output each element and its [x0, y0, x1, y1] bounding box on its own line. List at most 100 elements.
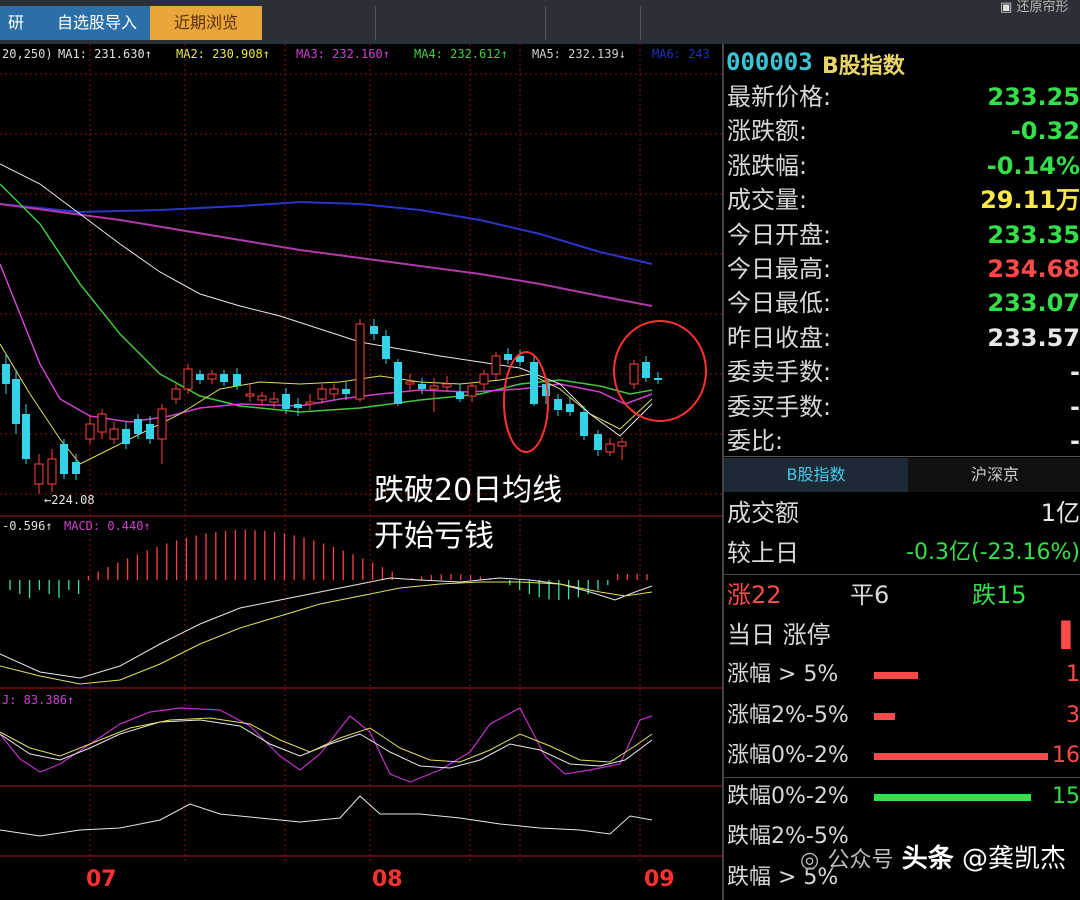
quote-value: 233.57 [987, 323, 1080, 352]
candle-body [109, 428, 119, 440]
quote-value: 234.68 [987, 255, 1080, 283]
tab-separator [545, 6, 546, 40]
breadth-flat: 平6 [850, 581, 890, 609]
candle-body [554, 399, 562, 410]
watermark-author: @龚凯杰 [962, 844, 1067, 874]
kdj-j-label: J: 83.386↑ [2, 693, 74, 707]
distribution-bar [874, 712, 895, 720]
divider [724, 777, 1080, 779]
quote-value: - [1070, 392, 1080, 421]
quote-label: 成交量: [727, 186, 808, 215]
distribution-count: 15 [1052, 783, 1080, 809]
distribution-label: 涨幅0%-2% [727, 743, 849, 769]
candle-body [282, 394, 290, 409]
distribution-row: 跌幅0%-2% 15 [724, 780, 1080, 814]
candle-body [467, 385, 477, 397]
candle-body [456, 392, 464, 399]
watermark-brand: 头条 [901, 844, 954, 874]
distribution-row: 涨幅0%-2% 16 [724, 739, 1080, 773]
tab-research-reports[interactable]: 研报 [0, 6, 44, 40]
candle-body [566, 404, 574, 412]
low-price-marker: ←224.08 [44, 493, 95, 507]
tab-hushen-jing[interactable]: 沪深京 [908, 458, 1080, 492]
distribution-label: 涨幅2%-5% [727, 702, 849, 728]
candle-body [342, 389, 350, 394]
restore-label: 还原帘形 [1016, 0, 1069, 15]
candle-body [442, 383, 452, 388]
candle-body [405, 381, 415, 385]
distribution-bar [874, 793, 1031, 801]
candle-body [429, 385, 439, 390]
candle-body [504, 354, 512, 360]
ma-param-label: 20,250) [2, 47, 53, 61]
ma1-label: MA1: 231.630↑ [58, 47, 152, 61]
ma2-label: MA2: 230.908↑ [176, 47, 270, 61]
kline-chart-area[interactable]: 20,250) MA1: 231.630↑ MA2: 230.908↑ MA3:… [0, 44, 722, 900]
distribution-bar [874, 753, 1048, 761]
candle-body [233, 374, 241, 386]
quote-panel: 000003 B股指数 最新价格: 233.25 涨跌额: -0.32 涨跌幅: -0.1… [722, 44, 1080, 900]
ma6-line [0, 200, 653, 265]
ma4-line [0, 183, 653, 413]
quote-row: 委买手数: - [724, 390, 1080, 424]
quote-value: 233.25 [987, 83, 1080, 111]
quote-row: 今日最低: 233.07 [724, 286, 1080, 320]
candle-body [605, 443, 615, 453]
quote-label: 委比: [727, 427, 784, 455]
candle-body [629, 363, 639, 385]
candle-body [355, 323, 365, 400]
candle-body [294, 404, 302, 408]
quote-label: 今日最低: [727, 289, 832, 318]
distribution-row: 涨幅2%-5% 3 [724, 699, 1080, 733]
candle-body [594, 434, 602, 450]
candle-body [134, 419, 142, 434]
candle-body [491, 355, 501, 375]
distribution-label: 跌幅0%-2% [727, 783, 849, 809]
breadth-row: 涨22 平6 跌15 [724, 578, 1080, 612]
ma5-label: MA5: 232.139↓ [532, 47, 626, 61]
candle-body [97, 413, 107, 433]
candle-body [85, 423, 95, 440]
quote-value: 29.11万 [980, 186, 1080, 215]
top-toolbar: 研报 自选股导入 近期浏览 ▣ 还原帘形 [0, 0, 1080, 44]
candle-body [2, 364, 10, 384]
wechat-icon: ◎ [800, 848, 820, 873]
candlestick-series [2, 319, 662, 494]
tab-separator [640, 6, 641, 40]
candle-body [12, 379, 20, 424]
candle-body [642, 362, 650, 378]
quote-row: 涨跌额: -0.32 [724, 114, 1080, 148]
candle-body [317, 388, 327, 400]
tab-recent-browse[interactable]: 近期浏览 [150, 6, 262, 40]
x-label-sep: 09 [644, 867, 675, 892]
quote-row: 今日最高: 234.68 [724, 252, 1080, 286]
watermark-source: 公众号 [827, 848, 894, 873]
quote-row: 今日开盘: 233.35 [724, 218, 1080, 252]
macd-histogram [9, 530, 648, 600]
chart-grid [0, 44, 722, 864]
candle-body [269, 398, 279, 403]
macd-dif-label: -0.596↑ [2, 519, 53, 533]
ma3-label: MA3: 232.160↑ [296, 47, 390, 61]
watermark: ◎ 公众号 头条 @龚凯杰 [800, 838, 1066, 875]
candle-body [580, 412, 588, 436]
low-price-arrow: ← [44, 493, 51, 507]
candle-body [122, 429, 130, 444]
tab-b-share-index[interactable]: B股指数 [724, 458, 908, 492]
indicator-line [0, 795, 653, 837]
candle-body [183, 368, 193, 390]
macd-dif-line [0, 577, 653, 679]
tab-watchlist-import[interactable]: 自选股导入 [44, 6, 150, 40]
quote-label: 最新价格: [727, 83, 832, 111]
kdj-k-line [0, 717, 653, 763]
candle-body [22, 414, 30, 459]
turnover-row: 成交额 1亿 [724, 496, 1080, 530]
candle-body [207, 373, 217, 380]
annotation-text-line2: 开始亏钱 [374, 519, 494, 554]
candle-body [305, 401, 315, 405]
candle-body [196, 374, 204, 380]
tab-separator [375, 6, 376, 40]
limit-row: 当日 涨停 ▌ [724, 618, 1080, 652]
restore-button[interactable]: ▣ 还原帘形 [1000, 0, 1069, 15]
kline-chart-svg[interactable]: 20,250) MA1: 231.630↑ MA2: 230.908↑ MA3:… [0, 44, 722, 900]
